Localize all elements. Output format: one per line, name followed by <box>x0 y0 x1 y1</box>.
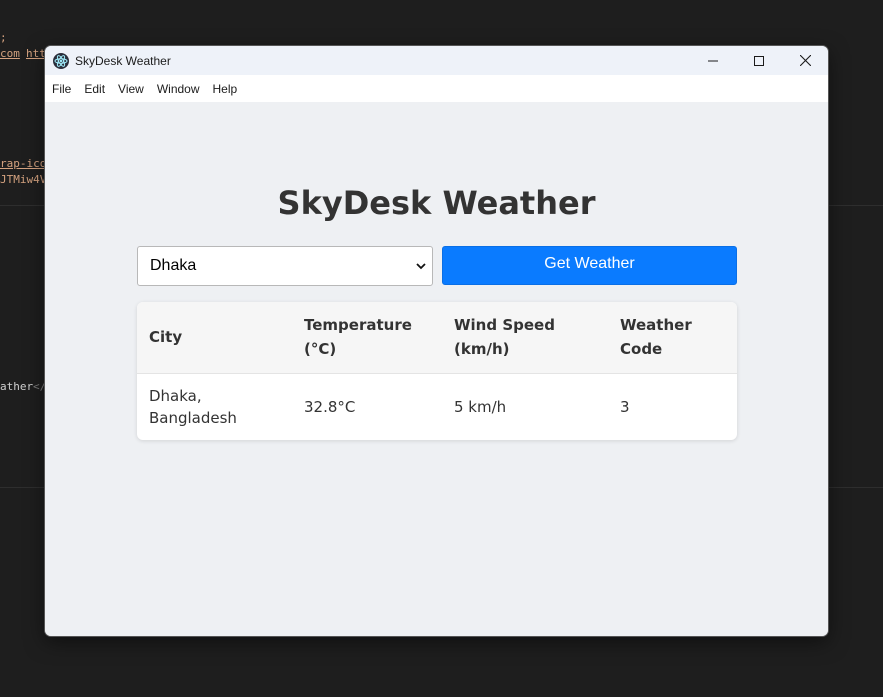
close-icon <box>799 55 811 66</box>
electron-app-icon <box>53 52 69 69</box>
city-select[interactable]: Dhaka <box>137 246 433 286</box>
app-window: SkyDesk Weather File Edit View Window He… <box>45 46 828 636</box>
page-title: SkyDesk Weather <box>277 184 596 222</box>
background-code-text: ; <box>0 31 7 44</box>
background-code-text: ather <box>0 380 34 393</box>
maximize-icon <box>754 55 764 66</box>
background-code-text: com <box>0 47 20 60</box>
cell-weather-code: 3 <box>620 397 630 416</box>
background-code-text: rap-ico <box>0 157 47 170</box>
close-button[interactable] <box>782 46 828 75</box>
menu-help[interactable]: Help <box>208 82 246 96</box>
menu-file[interactable]: File <box>47 82 79 96</box>
table-header-row: City Temperature (°C) Wind Speed (km/h) … <box>137 302 737 374</box>
column-header-city: City <box>137 302 292 374</box>
chevron-down-icon <box>416 263 426 270</box>
get-weather-button[interactable]: Get Weather <box>442 246 737 285</box>
menu-bar: File Edit View Window Help <box>45 75 828 102</box>
maximize-button[interactable] <box>736 46 782 75</box>
window-title: SkyDesk Weather <box>75 53 171 68</box>
main-content: SkyDesk Weather Dhaka Get Weather City T… <box>45 102 828 636</box>
menu-window[interactable]: Window <box>152 82 208 96</box>
city-select-value: Dhaka <box>150 257 197 274</box>
menu-edit[interactable]: Edit <box>79 82 113 96</box>
column-header-wind-speed: Wind Speed (km/h) <box>442 302 608 374</box>
weather-table-card: City Temperature (°C) Wind Speed (km/h) … <box>137 302 737 440</box>
minimize-icon <box>708 60 718 61</box>
column-header-temperature: Temperature (°C) <box>292 302 442 374</box>
title-bar[interactable]: SkyDesk Weather <box>45 46 828 75</box>
cell-temperature: 32.8°C <box>304 397 356 416</box>
minimize-button[interactable] <box>690 46 736 75</box>
background-code-text: htt <box>26 47 46 60</box>
cell-city: Dhaka, Bangladesh <box>149 386 237 427</box>
table-row: Dhaka, Bangladesh 32.8°C 5 km/h 3 <box>137 373 737 440</box>
cell-wind-speed: 5 km/h <box>454 397 507 416</box>
background-code-text: JTMiw4V <box>0 173 47 186</box>
column-header-weather-code: Weather Code <box>608 302 737 374</box>
menu-view[interactable]: View <box>113 82 152 96</box>
weather-table: City Temperature (°C) Wind Speed (km/h) … <box>137 302 737 440</box>
